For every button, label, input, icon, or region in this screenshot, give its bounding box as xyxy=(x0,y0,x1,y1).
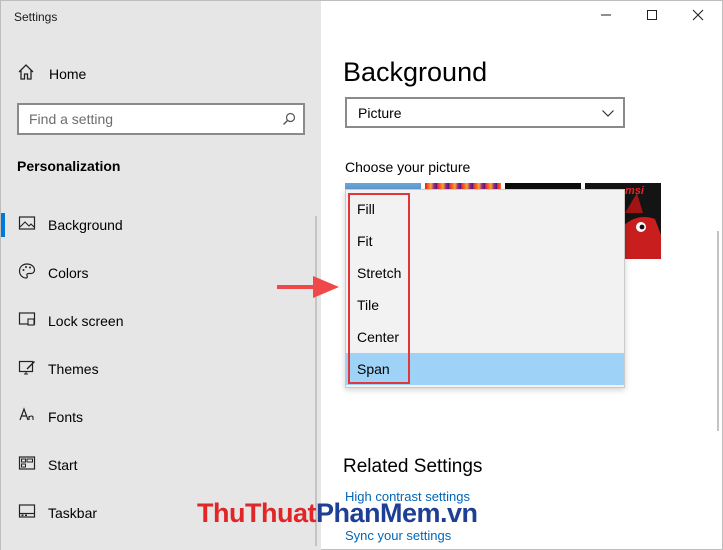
app-title: Settings xyxy=(14,10,58,24)
sidebar-item-start[interactable]: Start xyxy=(1,445,317,485)
minimize-icon xyxy=(600,8,612,26)
sidebar-item-fonts[interactable]: Fonts xyxy=(1,397,317,437)
settings-window: Settings Home Personalization Background xyxy=(0,0,723,550)
palette-icon xyxy=(18,262,36,285)
search-icon xyxy=(282,112,296,131)
maximize-icon xyxy=(646,8,658,26)
maximize-button[interactable] xyxy=(629,1,675,33)
close-button[interactable] xyxy=(675,1,721,33)
sidebar-item-label: Background xyxy=(48,217,123,233)
sidebar-item-label: Start xyxy=(48,457,78,473)
sidebar-item-themes[interactable]: Themes xyxy=(1,349,317,389)
home-nav[interactable]: Home xyxy=(17,63,86,85)
fit-option-span[interactable]: Span xyxy=(346,353,624,385)
fonts-icon xyxy=(18,406,36,429)
sidebar-item-label: Themes xyxy=(48,361,99,377)
choose-fit-dropdown: Fill Fit Stretch Tile Center Span xyxy=(345,189,625,388)
page-title: Background xyxy=(343,57,488,87)
sidebar-item-label: Colors xyxy=(48,265,89,281)
home-icon xyxy=(17,63,35,86)
sidebar-item-colors[interactable]: Colors xyxy=(1,253,317,293)
fit-option-fill[interactable]: Fill xyxy=(346,193,624,225)
watermark-part2: PhanMem xyxy=(315,498,441,528)
content-scrollbar[interactable] xyxy=(717,231,719,431)
fit-option-stretch[interactable]: Stretch xyxy=(346,257,624,289)
sidebar-item-label: Taskbar xyxy=(48,505,98,521)
sidebar-item-lock-screen[interactable]: Lock screen xyxy=(1,301,317,341)
taskbar-icon xyxy=(18,502,36,525)
sync-settings-link[interactable]: Sync your settings xyxy=(345,528,451,543)
watermark-part3: .vn xyxy=(440,498,478,528)
search-input[interactable] xyxy=(29,111,269,127)
search-box[interactable] xyxy=(17,103,305,135)
start-icon xyxy=(18,454,36,477)
section-title: Personalization xyxy=(17,158,121,174)
picture-icon xyxy=(18,214,36,237)
home-label: Home xyxy=(49,66,87,82)
watermark: ThuThuatPhanMem.vn xyxy=(197,498,478,529)
fit-option-tile[interactable]: Tile xyxy=(346,289,624,321)
lock-screen-icon xyxy=(18,310,36,333)
select-value: Picture xyxy=(358,104,402,121)
close-icon xyxy=(692,8,704,26)
minimize-button[interactable] xyxy=(583,1,629,33)
sidebar-item-label: Fonts xyxy=(48,409,84,425)
themes-icon xyxy=(18,358,36,381)
fit-option-center[interactable]: Center xyxy=(346,321,624,353)
sidebar-scrollbar[interactable] xyxy=(315,216,317,546)
chevron-down-icon xyxy=(601,106,615,123)
choose-picture-label: Choose your picture xyxy=(345,159,471,175)
background-type-select[interactable]: Picture xyxy=(345,97,625,128)
watermark-part1: ThuThuat xyxy=(197,498,316,528)
thumbnail-brand-text: msi xyxy=(625,185,644,197)
annotation-arrow-icon xyxy=(277,276,339,298)
fit-option-fit[interactable]: Fit xyxy=(346,225,624,257)
related-settings-title: Related Settings xyxy=(343,456,483,477)
sidebar-item-background[interactable]: Background xyxy=(1,205,317,245)
sidebar-item-label: Lock screen xyxy=(48,313,124,329)
